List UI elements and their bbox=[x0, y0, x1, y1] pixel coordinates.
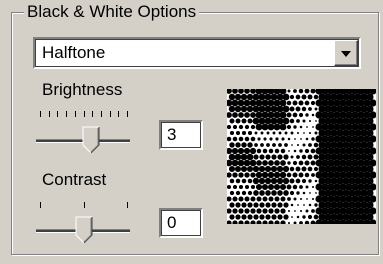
slider-tick bbox=[40, 111, 41, 117]
group-title: Black & White Options bbox=[24, 2, 200, 22]
brightness-slider-thumb[interactable] bbox=[82, 126, 100, 154]
brightness-value-field[interactable]: 3 bbox=[159, 120, 203, 150]
slider-tick bbox=[92, 111, 93, 117]
slider-tick bbox=[127, 202, 128, 208]
slider-tick bbox=[118, 111, 119, 117]
slider-tick bbox=[84, 111, 85, 117]
slider-tick bbox=[127, 111, 128, 117]
slider-tick bbox=[84, 202, 85, 208]
mode-select-value: Halftone bbox=[42, 43, 106, 62]
slider-tick bbox=[75, 111, 76, 117]
slider-tick bbox=[110, 111, 111, 117]
slider-tick bbox=[57, 111, 58, 117]
contrast-ticks bbox=[40, 202, 128, 210]
slider-tick bbox=[40, 202, 41, 208]
slider-tick bbox=[66, 111, 67, 117]
chevron-down-icon bbox=[341, 51, 351, 57]
contrast-label: Contrast bbox=[42, 170, 107, 189]
brightness-label: Brightness bbox=[42, 80, 123, 99]
halftone-preview-image bbox=[227, 89, 376, 224]
slider-tick bbox=[101, 111, 102, 117]
contrast-value-field[interactable]: 0 bbox=[159, 208, 203, 238]
slider-tick bbox=[49, 111, 50, 117]
brightness-ticks bbox=[40, 111, 128, 119]
mode-select[interactable]: Halftone bbox=[33, 37, 361, 69]
contrast-slider-thumb[interactable] bbox=[75, 216, 93, 244]
dropdown-button[interactable] bbox=[334, 40, 358, 66]
